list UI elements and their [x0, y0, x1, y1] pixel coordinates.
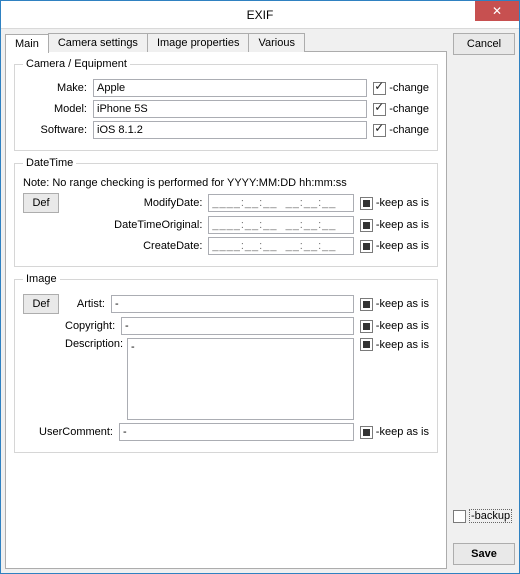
label-datetimeoriginal-keep: -keep as is: [376, 219, 429, 231]
close-icon: ✕: [492, 4, 502, 18]
label-modifydate: ModifyDate:: [65, 197, 202, 209]
checkbox-description-keep[interactable]: [360, 338, 373, 351]
legend-datetime: DateTime: [23, 157, 76, 169]
window-title: EXIF: [247, 8, 274, 22]
checkbox-datetimeoriginal-keep[interactable]: [360, 219, 373, 232]
tab-camera-settings[interactable]: Camera settings: [48, 33, 148, 52]
label-description-keep: -keep as is: [376, 339, 429, 351]
label-make-change: -change: [389, 82, 429, 94]
note-datetime: Note: No range checking is performed for…: [23, 177, 429, 189]
label-usercomment-keep: -keep as is: [376, 426, 429, 438]
input-model[interactable]: [93, 100, 367, 118]
titlebar: EXIF ✕: [1, 1, 519, 29]
spacer: [453, 59, 515, 503]
input-artist[interactable]: [111, 295, 354, 313]
cancel-button[interactable]: Cancel: [453, 33, 515, 55]
side-panel: Cancel -backup Save: [453, 33, 515, 569]
label-copyright-keep: -keep as is: [376, 320, 429, 332]
tab-main[interactable]: Main: [5, 34, 49, 53]
legend-image: Image: [23, 273, 60, 285]
label-description: Description:: [65, 338, 121, 350]
checkbox-artist-keep[interactable]: [360, 298, 373, 311]
input-createdate[interactable]: [208, 237, 353, 255]
label-software-change: -change: [389, 124, 429, 136]
group-camera-equipment: Camera / Equipment Make: -change Model:: [14, 58, 438, 151]
label-model: Model:: [23, 103, 87, 115]
tabs: Main Camera settings Image properties Va…: [5, 33, 447, 52]
tab-content: Camera / Equipment Make: -change Model:: [5, 51, 447, 569]
checkbox-createdate-keep[interactable]: [360, 240, 373, 253]
label-createdate-keep: -keep as is: [376, 240, 429, 252]
label-artist-keep: -keep as is: [376, 298, 429, 310]
input-datetimeoriginal[interactable]: [208, 216, 353, 234]
button-def-datetime[interactable]: Def: [23, 193, 59, 213]
group-image: Image Def Artist: -keep as is Copyright:: [14, 273, 438, 453]
tab-various[interactable]: Various: [248, 33, 304, 52]
label-usercomment: UserComment:: [23, 426, 113, 438]
textarea-description[interactable]: [127, 338, 354, 420]
save-button[interactable]: Save: [453, 543, 515, 565]
label-copyright: Copyright:: [65, 320, 115, 332]
window-body: Main Camera settings Image properties Va…: [1, 29, 519, 573]
exif-window: EXIF ✕ Main Camera settings Image proper…: [0, 0, 520, 574]
label-artist: Artist:: [65, 298, 105, 310]
legend-camera: Camera / Equipment: [23, 58, 130, 70]
input-software[interactable]: [93, 121, 367, 139]
group-datetime: DateTime Note: No range checking is perf…: [14, 157, 438, 267]
checkbox-software-change[interactable]: [373, 124, 386, 137]
input-modifydate[interactable]: [208, 194, 353, 212]
button-def-image[interactable]: Def: [23, 294, 59, 314]
checkbox-modifydate-keep[interactable]: [360, 197, 373, 210]
checkbox-make-change[interactable]: [373, 82, 386, 95]
checkbox-backup[interactable]: [453, 510, 466, 523]
label-model-change: -change: [389, 103, 429, 115]
checkbox-usercomment-keep[interactable]: [360, 426, 373, 439]
label-backup: -backup: [469, 509, 512, 523]
input-copyright[interactable]: [121, 317, 354, 335]
input-make[interactable]: [93, 79, 367, 97]
close-button[interactable]: ✕: [475, 1, 519, 21]
label-modifydate-keep: -keep as is: [376, 197, 429, 209]
main-panel: Main Camera settings Image properties Va…: [5, 33, 447, 569]
checkbox-model-change[interactable]: [373, 103, 386, 116]
tab-image-properties[interactable]: Image properties: [147, 33, 250, 52]
label-make: Make:: [23, 82, 87, 94]
label-software: Software:: [23, 124, 87, 136]
label-createdate: CreateDate:: [65, 240, 202, 252]
input-usercomment[interactable]: [119, 423, 354, 441]
label-datetimeoriginal: DateTimeOriginal:: [65, 219, 202, 231]
checkbox-copyright-keep[interactable]: [360, 320, 373, 333]
